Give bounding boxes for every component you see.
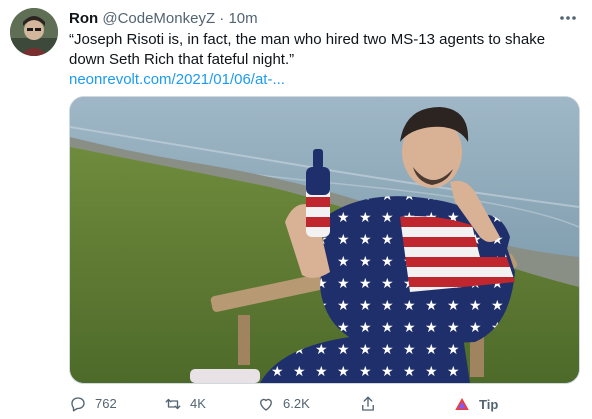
tweet-header: Ron @CodeMonkeyZ · 10m — [69, 9, 572, 29]
author-name[interactable]: Ron — [69, 10, 98, 27]
reply-count: 762 — [95, 396, 117, 411]
like-button[interactable]: 6.2K — [257, 393, 310, 415]
tweet-text: “Joseph Risoti is, in fact, the man who … — [69, 31, 546, 68]
like-count: 6.2K — [283, 396, 310, 411]
tweet-link[interactable]: neonrevolt.com/2021/01/06/at-... — [69, 70, 285, 90]
tweet-photo[interactable]: ★ — [69, 96, 580, 384]
timestamp[interactable]: 10m — [228, 10, 257, 27]
tip-label: Tip — [479, 396, 499, 412]
share-button[interactable] — [359, 393, 385, 415]
reply-button[interactable]: 762 — [69, 393, 117, 415]
tip-icon — [455, 398, 469, 410]
more-icon[interactable] — [558, 8, 578, 28]
retweet-icon — [165, 398, 181, 410]
tweet: Ron @CodeMonkeyZ · 10m “Joseph Risoti is… — [0, 0, 592, 419]
author-handle[interactable]: @CodeMonkeyZ — [102, 10, 215, 27]
separator: · — [219, 10, 225, 27]
like-icon — [260, 398, 272, 411]
retweet-count: 4K — [190, 396, 206, 411]
retweet-button[interactable]: 4K — [164, 393, 206, 415]
reply-icon — [71, 397, 85, 412]
action-bar: 762 4K 6.2K Tip — [69, 393, 584, 415]
share-icon — [362, 396, 374, 411]
tip-button[interactable]: Tip — [453, 393, 498, 415]
avatar[interactable] — [10, 8, 58, 56]
